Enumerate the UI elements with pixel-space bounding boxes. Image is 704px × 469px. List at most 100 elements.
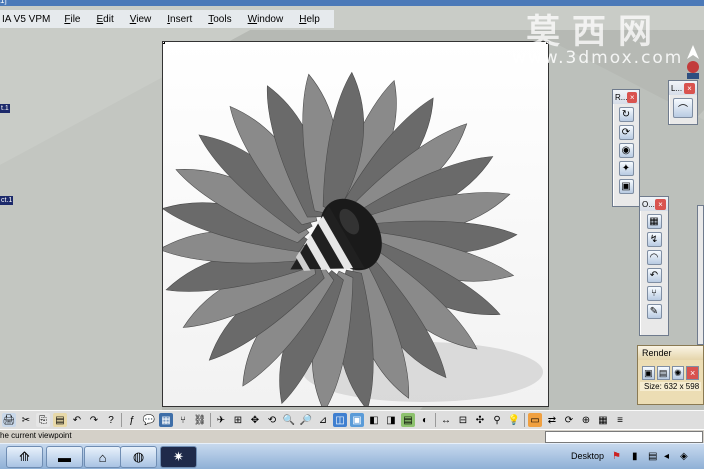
curve-icon[interactable]: ⌒ bbox=[673, 98, 693, 118]
taskbar-catia-icon[interactable]: ⟰ bbox=[6, 446, 43, 468]
frame-handle[interactable] bbox=[163, 42, 165, 44]
status-message: he current viewpoint bbox=[0, 431, 72, 440]
zoom-out-icon[interactable]: 🔎 bbox=[299, 413, 313, 427]
lamp-icon[interactable]: 💡 bbox=[507, 413, 521, 427]
render-panel: Render ▣ ▤ ✺ × Size: 632 x 598 bbox=[637, 345, 704, 405]
layers-icon[interactable]: ≡ bbox=[613, 413, 627, 427]
view-mode-icon[interactable]: ▣ bbox=[350, 413, 364, 427]
toolbar-title: R... bbox=[615, 92, 628, 102]
grid-icon[interactable]: ▦ bbox=[646, 214, 662, 229]
menu-file[interactable]: File bbox=[56, 14, 88, 25]
help-icon[interactable]: ? bbox=[104, 413, 118, 427]
render-size-readout: Size: 632 x 598 bbox=[640, 382, 701, 391]
render-save-icon[interactable]: ▤ bbox=[656, 366, 670, 380]
pan-icon[interactable]: ✥ bbox=[248, 413, 262, 427]
main-toolbar: 🖨 ✂ ⎘ ▤ ↶ ↷ ? ƒ 💬 ▦ ⑂ ⛓ ✈ ⊞ ✥ ⟲ 🔍 🔎 ⊿ ◫ … bbox=[0, 410, 704, 429]
formula-icon[interactable]: ƒ bbox=[125, 413, 139, 427]
camera-icon[interactable]: ◉ bbox=[618, 143, 634, 158]
undo-icon[interactable]: ↶ bbox=[70, 413, 84, 427]
link-icon[interactable]: ⛓ bbox=[193, 413, 207, 427]
turntable-icon[interactable]: ⟳ bbox=[618, 125, 634, 140]
render-image-icon[interactable]: ▣ bbox=[618, 179, 634, 194]
arc-icon[interactable]: ◠ bbox=[646, 250, 662, 265]
taskbar-explorer-icon[interactable]: ⌂ bbox=[84, 446, 121, 468]
toolbar-title: O... bbox=[642, 199, 655, 209]
app-name: IA V5 VPM bbox=[2, 13, 51, 25]
taskbar-app-icon[interactable]: ▬ bbox=[46, 446, 83, 468]
menu-insert[interactable]: Insert bbox=[159, 14, 200, 25]
split-icon[interactable]: ⑂ bbox=[646, 286, 662, 301]
compass-tool-icon[interactable]: ✣ bbox=[473, 413, 487, 427]
render-capture-frame[interactable] bbox=[162, 41, 549, 407]
hide-show-icon[interactable]: ◧ bbox=[367, 413, 381, 427]
volume-icon[interactable]: ◂ bbox=[664, 451, 669, 462]
close-icon[interactable]: × bbox=[655, 198, 666, 210]
comment-icon[interactable]: 💬 bbox=[142, 413, 156, 427]
zoom-in-icon[interactable]: 🔍 bbox=[282, 413, 296, 427]
section-icon[interactable]: ⊟ bbox=[456, 413, 470, 427]
tray-icon[interactable]: ▤ bbox=[648, 451, 657, 462]
toolbar-title: L... bbox=[671, 83, 683, 93]
redo-icon[interactable]: ↷ bbox=[87, 413, 101, 427]
print-icon[interactable]: 🖨 bbox=[2, 413, 16, 427]
copy-icon[interactable]: ⎘ bbox=[36, 413, 50, 427]
menu-help[interactable]: Help bbox=[291, 14, 328, 25]
menu-view[interactable]: View bbox=[122, 14, 160, 25]
rotate-view-icon[interactable]: ⟲ bbox=[265, 413, 279, 427]
swap-space-icon[interactable]: ◨ bbox=[384, 413, 398, 427]
network-icon[interactable]: ▮ bbox=[632, 451, 638, 462]
desktop-toolbar-label[interactable]: Desktop bbox=[571, 451, 604, 461]
fly-icon[interactable]: ✈ bbox=[214, 413, 228, 427]
compass-icon[interactable] bbox=[683, 45, 703, 81]
status-bar: he current viewpoint bbox=[0, 429, 704, 443]
render-close-icon[interactable]: × bbox=[686, 366, 699, 380]
iso-view-icon[interactable]: ◫ bbox=[333, 413, 347, 427]
toolbar-separator bbox=[524, 413, 525, 427]
scene-icon[interactable]: ▭ bbox=[528, 413, 542, 427]
menu-edit[interactable]: Edit bbox=[88, 14, 121, 25]
normal-view-icon[interactable]: ⊿ bbox=[316, 413, 330, 427]
tree-node-label[interactable]: ct.1 bbox=[0, 196, 14, 205]
render-panel-title: Render bbox=[638, 346, 703, 360]
toolbar-separator bbox=[210, 413, 211, 427]
image-icon[interactable]: ▤ bbox=[401, 413, 415, 427]
bend-icon[interactable]: ↶ bbox=[646, 268, 662, 283]
turbofan-render bbox=[163, 42, 548, 406]
material-icon[interactable]: ◐ bbox=[418, 413, 432, 427]
edit-icon[interactable]: ✎ bbox=[646, 304, 662, 319]
close-icon[interactable]: × bbox=[684, 82, 695, 94]
watermark-logo: 莫西网 bbox=[526, 12, 664, 52]
cut-icon[interactable]: ✂ bbox=[19, 413, 33, 427]
menu-tools[interactable]: Tools bbox=[200, 14, 239, 25]
grid-view-icon[interactable]: ▦ bbox=[596, 413, 610, 427]
watermark-url: www.3dmox.com bbox=[512, 48, 684, 68]
render-settings-icon[interactable]: ✺ bbox=[671, 366, 685, 380]
window-title: 1] bbox=[0, 0, 7, 5]
walk-icon[interactable]: ⚲ bbox=[490, 413, 504, 427]
command-input[interactable] bbox=[545, 431, 703, 443]
measure-icon[interactable]: ↔ bbox=[439, 413, 453, 427]
fit-all-icon[interactable]: ⊞ bbox=[231, 413, 245, 427]
rotate-icon[interactable]: ↻ bbox=[618, 107, 634, 122]
render-snapshot-icon[interactable]: ▣ bbox=[642, 366, 655, 380]
action-center-icon[interactable]: ⚑ bbox=[612, 451, 621, 462]
toolbar-separator bbox=[121, 413, 122, 427]
toolbar-operations: O... × ▦ ↯ ◠ ↶ ⑂ ✎ bbox=[639, 196, 669, 336]
table-icon[interactable]: ▦ bbox=[159, 413, 173, 427]
toolbar-light: L... × ⌒ bbox=[668, 80, 698, 125]
sweep-icon[interactable]: ↯ bbox=[646, 232, 662, 247]
taskbar-image-icon[interactable]: ✷ bbox=[160, 446, 197, 468]
tree-icon[interactable]: ⑂ bbox=[176, 413, 190, 427]
snap-icon[interactable]: ⊕ bbox=[579, 413, 593, 427]
light-icon[interactable]: ✦ bbox=[618, 161, 634, 176]
toolbar-partial bbox=[697, 205, 704, 345]
tree-node-label[interactable]: t.1 bbox=[0, 104, 10, 113]
toolbar-separator bbox=[435, 413, 436, 427]
taskbar-firefox-icon[interactable]: ◍ bbox=[120, 446, 157, 468]
drag-icon[interactable]: ⟳ bbox=[562, 413, 576, 427]
paste-icon[interactable]: ▤ bbox=[53, 413, 67, 427]
move-icon[interactable]: ⇄ bbox=[545, 413, 559, 427]
close-icon[interactable]: × bbox=[627, 91, 637, 103]
tray-extra-icon[interactable]: ◈ bbox=[680, 451, 688, 462]
menu-window[interactable]: Window bbox=[240, 14, 292, 25]
